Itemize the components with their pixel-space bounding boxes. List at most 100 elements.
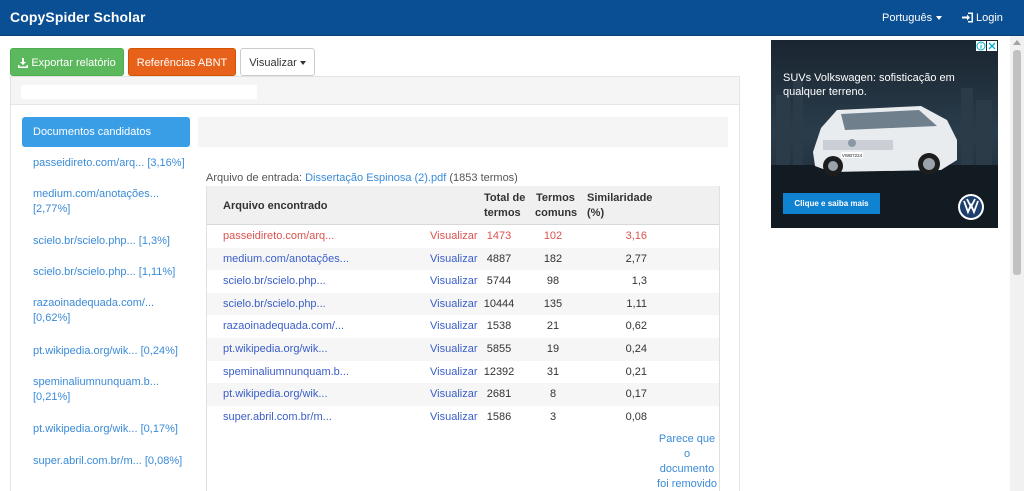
- view-dropdown-label: Visualizar: [249, 57, 297, 69]
- scroll-thumb[interactable]: [1013, 50, 1021, 275]
- advertisement-banner[interactable]: VWB7224 SUVs Volkswagen: sofisticação em…: [771, 40, 998, 228]
- total-terms-cell: 1538: [486, 320, 512, 333]
- chevron-down-icon: [936, 16, 943, 21]
- input-file-info: Arquivo de entrada: Dissertação Espinosa…: [206, 172, 518, 184]
- similarity-cell: 0,24: [625, 343, 647, 355]
- common-terms-cell: 98: [546, 275, 560, 288]
- total-terms-cell: 5744: [486, 275, 512, 288]
- export-report-label: Exportar relatório: [31, 57, 116, 69]
- sidebar-candidate-item[interactable]: pt.wikipedia.org/wik... [0,24%]: [33, 344, 193, 359]
- sidebar-candidate-label: scielo.br/scielo.php... [1,11%]: [33, 266, 176, 278]
- chevron-down-icon: [299, 61, 306, 66]
- removed-document-note[interactable]: Parece que o documento foi removido: [653, 432, 721, 491]
- vw-logo-icon: [958, 194, 984, 220]
- sidebar-candidate-label: speminaliumnunquam.b...: [33, 376, 159, 388]
- view-link[interactable]: Visualizar: [430, 225, 478, 248]
- input-file-terms: (1853 termos): [449, 172, 518, 184]
- result-file-link[interactable]: razaoinadequada.com/...: [223, 315, 344, 338]
- view-link[interactable]: Visualizar: [430, 383, 478, 406]
- result-file-link[interactable]: medium.com/anotações...: [223, 248, 349, 271]
- view-link[interactable]: Visualizar: [430, 315, 478, 338]
- brand-logo[interactable]: CopySpider Scholar: [10, 9, 146, 25]
- view-link[interactable]: Visualizar: [430, 248, 478, 271]
- view-link[interactable]: Visualizar: [430, 406, 478, 429]
- ad-info-icon[interactable]: [976, 41, 986, 51]
- login-link[interactable]: Login: [962, 12, 1003, 24]
- result-file-link[interactable]: super.abril.com.br/m...: [223, 406, 332, 429]
- column-header-similarity-1: Similaridade: [587, 192, 653, 204]
- similarity-cell: 1,11: [626, 297, 647, 310]
- table-row: pt.wikipedia.org/wik... Visualizar 5855 19 0…: [207, 338, 719, 361]
- view-dropdown-button[interactable]: Visualizar: [240, 48, 315, 76]
- sidebar-item-candidates[interactable]: Documentos candidatos: [22, 117, 190, 147]
- column-header-common-2: comuns: [535, 207, 578, 219]
- table-header: Arquivo encontrado Total de termos Termo…: [207, 186, 719, 225]
- sidebar-candidate-percent: [0,21%]: [33, 391, 71, 403]
- sidebar-candidate-label: passeidireto.com/arq... [3,16%]: [33, 157, 185, 169]
- view-link[interactable]: Visualizar: [430, 293, 478, 316]
- common-terms-cell: 21: [546, 320, 560, 333]
- export-report-button[interactable]: Exportar relatório: [10, 48, 124, 76]
- ad-plate-text: VWB7224: [842, 153, 863, 158]
- result-file-link[interactable]: pt.wikipedia.org/wik...: [223, 338, 328, 361]
- column-header-similarity-2: (%): [587, 207, 605, 219]
- table-row: medium.com/anotações... Visualizar 4887 182…: [207, 247, 719, 271]
- sidebar-candidate-item[interactable]: scielo.br/scielo.php... [1,3%]: [33, 234, 193, 249]
- language-label: Português: [882, 12, 933, 24]
- similarity-cell: 0,08: [625, 410, 647, 423]
- result-file-link[interactable]: scielo.br/scielo.php...: [223, 293, 326, 316]
- panel-header-field: [21, 85, 257, 99]
- removed-note-line: documento: [659, 463, 715, 475]
- report-header-bar: [198, 117, 728, 147]
- view-link[interactable]: Visualizar: [430, 270, 478, 293]
- result-file-link[interactable]: passeidireto.com/arq...: [223, 225, 334, 248]
- sidebar-candidate-item[interactable]: medium.com/anotações... [2,77%]: [33, 187, 193, 217]
- language-dropdown[interactable]: Português: [882, 12, 943, 24]
- sidebar-candidate-item[interactable]: razaoinadequada.com/... [0,62%]: [33, 296, 193, 326]
- top-navbar: CopySpider Scholar Português Login: [0, 0, 1024, 36]
- total-terms-cell: 12392: [483, 365, 515, 378]
- removed-note-line: o: [683, 448, 691, 460]
- scroll-up-arrow-icon[interactable]: [1013, 40, 1021, 45]
- total-terms-cell: 5855: [486, 343, 512, 355]
- table-row: super.abril.com.br/m... Visualizar 1586 3 0,…: [207, 405, 719, 429]
- input-file-link[interactable]: Dissertação Espinosa (2).pdf: [305, 172, 446, 184]
- result-file-link[interactable]: scielo.br/scielo.php...: [223, 270, 326, 293]
- sidebar-candidate-label: pt.wikipedia.org/wik... [0,24%]: [33, 345, 178, 357]
- common-terms-cell: 3: [549, 410, 557, 423]
- total-terms-cell: 1473: [486, 230, 512, 242]
- removed-note-line: foi removido: [657, 478, 717, 490]
- sidebar-candidate-item[interactable]: speminaliumnunquam.b... [0,21%]: [33, 375, 193, 405]
- page-scrollbar[interactable]: [1010, 36, 1024, 491]
- sidebar-candidate-label: scielo.br/scielo.php... [1,3%]: [33, 235, 170, 247]
- sidebar-candidate-item[interactable]: passeidireto.com/arq... [3,16%]: [33, 156, 193, 171]
- login-icon: [962, 12, 973, 23]
- download-icon: [18, 58, 29, 68]
- sidebar-candidate-item[interactable]: scielo.br/scielo.php... [1,11%]: [33, 265, 193, 280]
- view-link[interactable]: Visualizar: [430, 338, 478, 361]
- result-file-link[interactable]: pt.wikipedia.org/wik...: [223, 383, 328, 406]
- ad-cta-button[interactable]: Clique e saiba mais: [783, 193, 880, 214]
- total-terms-cell: 1586: [486, 410, 512, 423]
- column-header-total-1: Total de: [484, 192, 526, 204]
- total-terms-cell: 2681: [486, 388, 512, 401]
- column-header-found: Arquivo encontrado: [223, 200, 328, 212]
- ad-close-icon[interactable]: [987, 41, 997, 51]
- sidebar-candidate-item[interactable]: pt.wikipedia.org/wik... [0,17%]: [33, 422, 193, 437]
- table-row: pt.wikipedia.org/wik... Visualizar 2681 8 0,…: [207, 383, 719, 407]
- sidebar-candidate-item[interactable]: super.abril.com.br/m... [0,08%]: [33, 454, 193, 469]
- result-file-link[interactable]: speminaliumnunquam.b...: [223, 361, 349, 384]
- common-terms-cell: 135: [543, 297, 563, 310]
- common-terms-cell: 102: [543, 230, 563, 242]
- panel-header: [11, 77, 739, 105]
- sidebar-candidate-label: pt.wikipedia.org/wik... [0,17%]: [33, 423, 178, 435]
- similarity-cell: 0,62: [625, 320, 647, 333]
- similarity-cell: 3,16: [625, 230, 647, 242]
- abnt-references-button[interactable]: Referências ABNT: [128, 48, 236, 76]
- table-row: scielo.br/scielo.php... Visualizar 5744 98 1…: [207, 270, 719, 294]
- table-row: scielo.br/scielo.php... Visualizar 10444 13…: [207, 292, 719, 316]
- common-terms-cell: 8: [549, 388, 557, 401]
- sidebar-candidate-label: razaoinadequada.com/...: [33, 297, 155, 309]
- similarity-cell: 2,77: [625, 252, 647, 265]
- view-link[interactable]: Visualizar: [430, 361, 478, 384]
